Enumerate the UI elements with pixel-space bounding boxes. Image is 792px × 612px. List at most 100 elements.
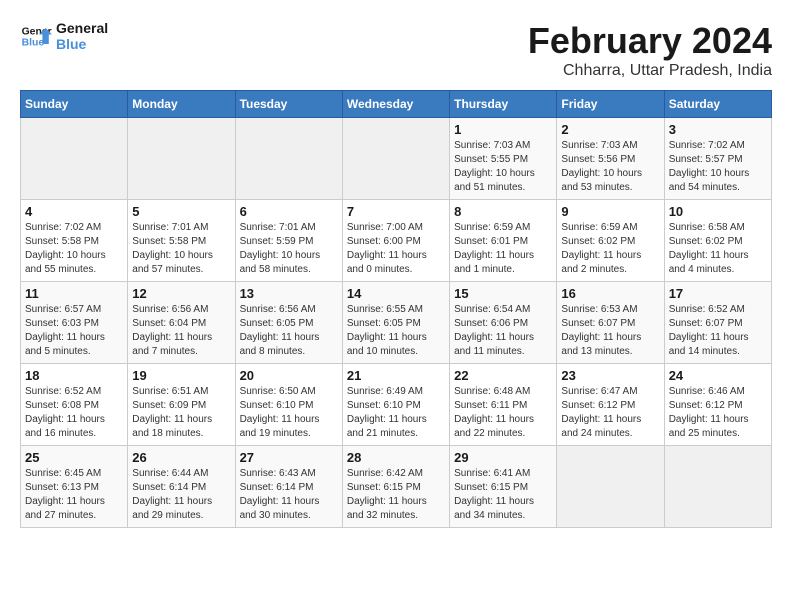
calendar-cell: 4Sunrise: 7:02 AM Sunset: 5:58 PM Daylig… <box>21 200 128 282</box>
day-number: 14 <box>347 286 445 301</box>
logo-line2: Blue <box>56 36 108 52</box>
calendar-header: SundayMondayTuesdayWednesdayThursdayFrid… <box>21 91 772 118</box>
day-number: 28 <box>347 450 445 465</box>
calendar-table: SundayMondayTuesdayWednesdayThursdayFrid… <box>20 90 772 528</box>
day-number: 2 <box>561 122 659 137</box>
calendar-cell <box>235 118 342 200</box>
calendar-cell: 17Sunrise: 6:52 AM Sunset: 6:07 PM Dayli… <box>664 282 771 364</box>
day-info: Sunrise: 6:58 AM Sunset: 6:02 PM Dayligh… <box>669 221 767 277</box>
logo-line1: General <box>56 20 108 36</box>
day-info: Sunrise: 6:46 AM Sunset: 6:12 PM Dayligh… <box>669 385 767 441</box>
day-number: 16 <box>561 286 659 301</box>
day-info: Sunrise: 7:01 AM Sunset: 5:59 PM Dayligh… <box>240 221 338 277</box>
calendar-cell: 28 Sunrise: 6:42 AM Sunset: 6:15 PM Dayli… <box>342 446 449 528</box>
day-number: 23 <box>561 368 659 383</box>
day-info: Sunrise: 6:56 AM Sunset: 6:05 PM Dayligh… <box>240 303 338 359</box>
day-number: 5 <box>132 204 230 219</box>
day-number: 1 <box>454 122 552 137</box>
header-cell-friday: Friday <box>557 91 664 118</box>
calendar-cell <box>342 118 449 200</box>
day-info: Sunrise: 6:56 AM Sunset: 6:04 PM Dayligh… <box>132 303 230 359</box>
calendar-cell: 8 Sunrise: 6:59 AM Sunset: 6:01 PM Daylig… <box>450 200 557 282</box>
day-info: Sunrise: 6:45 AM Sunset: 6:13 PM Dayligh… <box>25 467 123 523</box>
day-number: 17 <box>669 286 767 301</box>
day-number: 26 <box>132 450 230 465</box>
calendar-body: 1 Sunrise: 7:03 AM Sunset: 5:55 PM Daylig… <box>21 118 772 528</box>
calendar-cell: 23 Sunrise: 6:47 AM Sunset: 6:12 PM Dayli… <box>557 364 664 446</box>
calendar-cell: 14 Sunrise: 6:55 AM Sunset: 6:05 PM Dayli… <box>342 282 449 364</box>
day-number: 25 <box>25 450 123 465</box>
day-info: Sunrise: 6:47 AM Sunset: 6:12 PM Dayligh… <box>561 385 659 441</box>
day-number: 11 <box>25 286 123 301</box>
calendar-cell: 12 Sunrise: 6:56 AM Sunset: 6:04 PM Dayli… <box>128 282 235 364</box>
day-info: Sunrise: 6:41 AM Sunset: 6:15 PM Dayligh… <box>454 467 552 523</box>
calendar-week-1: 4Sunrise: 7:02 AM Sunset: 5:58 PM Daylig… <box>21 200 772 282</box>
header-cell-sunday: Sunday <box>21 91 128 118</box>
day-number: 7 <box>347 204 445 219</box>
calendar-cell <box>21 118 128 200</box>
day-info: Sunrise: 6:57 AM Sunset: 6:03 PM Dayligh… <box>25 303 123 359</box>
day-number: 20 <box>240 368 338 383</box>
calendar-cell: 10 Sunrise: 6:58 AM Sunset: 6:02 PM Dayli… <box>664 200 771 282</box>
day-info: Sunrise: 7:03 AM Sunset: 5:56 PM Dayligh… <box>561 139 659 195</box>
calendar-cell: 21 Sunrise: 6:49 AM Sunset: 6:10 PM Dayli… <box>342 364 449 446</box>
day-info: Sunrise: 7:00 AM Sunset: 6:00 PM Dayligh… <box>347 221 445 277</box>
day-number: 8 <box>454 204 552 219</box>
page-title: February 2024 <box>528 20 772 62</box>
calendar-cell: 29 Sunrise: 6:41 AM Sunset: 6:15 PM Dayli… <box>450 446 557 528</box>
calendar-cell: 3Sunrise: 7:02 AM Sunset: 5:57 PM Daylig… <box>664 118 771 200</box>
day-info: Sunrise: 6:59 AM Sunset: 6:01 PM Dayligh… <box>454 221 552 277</box>
calendar-cell <box>664 446 771 528</box>
day-info: Sunrise: 6:43 AM Sunset: 6:14 PM Dayligh… <box>240 467 338 523</box>
svg-text:Blue: Blue <box>22 38 45 49</box>
day-number: 27 <box>240 450 338 465</box>
day-info: Sunrise: 7:03 AM Sunset: 5:55 PM Dayligh… <box>454 139 552 195</box>
day-info: Sunrise: 6:55 AM Sunset: 6:05 PM Dayligh… <box>347 303 445 359</box>
day-number: 9 <box>561 204 659 219</box>
calendar-cell: 9Sunrise: 6:59 AM Sunset: 6:02 PM Daylig… <box>557 200 664 282</box>
header-row: SundayMondayTuesdayWednesdayThursdayFrid… <box>21 91 772 118</box>
header-cell-thursday: Thursday <box>450 91 557 118</box>
day-number: 13 <box>240 286 338 301</box>
calendar-cell: 24 Sunrise: 6:46 AM Sunset: 6:12 PM Dayli… <box>664 364 771 446</box>
calendar-week-0: 1 Sunrise: 7:03 AM Sunset: 5:55 PM Daylig… <box>21 118 772 200</box>
header-cell-wednesday: Wednesday <box>342 91 449 118</box>
day-info: Sunrise: 6:42 AM Sunset: 6:15 PM Dayligh… <box>347 467 445 523</box>
day-number: 3 <box>669 122 767 137</box>
calendar-cell: 22 Sunrise: 6:48 AM Sunset: 6:11 PM Dayli… <box>450 364 557 446</box>
calendar-cell: 20 Sunrise: 6:50 AM Sunset: 6:10 PM Dayli… <box>235 364 342 446</box>
calendar-week-2: 11 Sunrise: 6:57 AM Sunset: 6:03 PM Dayli… <box>21 282 772 364</box>
calendar-cell: 5 Sunrise: 7:01 AM Sunset: 5:58 PM Daylig… <box>128 200 235 282</box>
day-info: Sunrise: 6:44 AM Sunset: 6:14 PM Dayligh… <box>132 467 230 523</box>
calendar-cell: 2 Sunrise: 7:03 AM Sunset: 5:56 PM Daylig… <box>557 118 664 200</box>
page-subtitle: Chharra, Uttar Pradesh, India <box>528 62 772 80</box>
calendar-week-4: 25 Sunrise: 6:45 AM Sunset: 6:13 PM Dayli… <box>21 446 772 528</box>
calendar-cell: 19 Sunrise: 6:51 AM Sunset: 6:09 PM Dayli… <box>128 364 235 446</box>
day-number: 24 <box>669 368 767 383</box>
calendar-cell: 11 Sunrise: 6:57 AM Sunset: 6:03 PM Dayli… <box>21 282 128 364</box>
calendar-cell: 16 Sunrise: 6:53 AM Sunset: 6:07 PM Dayli… <box>557 282 664 364</box>
header-cell-saturday: Saturday <box>664 91 771 118</box>
calendar-cell: 26 Sunrise: 6:44 AM Sunset: 6:14 PM Dayli… <box>128 446 235 528</box>
day-number: 21 <box>347 368 445 383</box>
header-cell-tuesday: Tuesday <box>235 91 342 118</box>
calendar-cell: 7 Sunrise: 7:00 AM Sunset: 6:00 PM Daylig… <box>342 200 449 282</box>
day-number: 22 <box>454 368 552 383</box>
day-info: Sunrise: 6:52 AM Sunset: 6:08 PM Dayligh… <box>25 385 123 441</box>
header-cell-monday: Monday <box>128 91 235 118</box>
calendar-cell: 15Sunrise: 6:54 AM Sunset: 6:06 PM Dayli… <box>450 282 557 364</box>
day-number: 12 <box>132 286 230 301</box>
day-number: 29 <box>454 450 552 465</box>
day-info: Sunrise: 6:53 AM Sunset: 6:07 PM Dayligh… <box>561 303 659 359</box>
day-number: 4 <box>25 204 123 219</box>
calendar-cell <box>128 118 235 200</box>
day-info: Sunrise: 6:51 AM Sunset: 6:09 PM Dayligh… <box>132 385 230 441</box>
day-number: 10 <box>669 204 767 219</box>
day-number: 19 <box>132 368 230 383</box>
day-info: Sunrise: 6:50 AM Sunset: 6:10 PM Dayligh… <box>240 385 338 441</box>
day-info: Sunrise: 6:48 AM Sunset: 6:11 PM Dayligh… <box>454 385 552 441</box>
calendar-cell: 18Sunrise: 6:52 AM Sunset: 6:08 PM Dayli… <box>21 364 128 446</box>
calendar-cell: 27 Sunrise: 6:43 AM Sunset: 6:14 PM Dayli… <box>235 446 342 528</box>
day-info: Sunrise: 7:01 AM Sunset: 5:58 PM Dayligh… <box>132 221 230 277</box>
day-info: Sunrise: 6:49 AM Sunset: 6:10 PM Dayligh… <box>347 385 445 441</box>
